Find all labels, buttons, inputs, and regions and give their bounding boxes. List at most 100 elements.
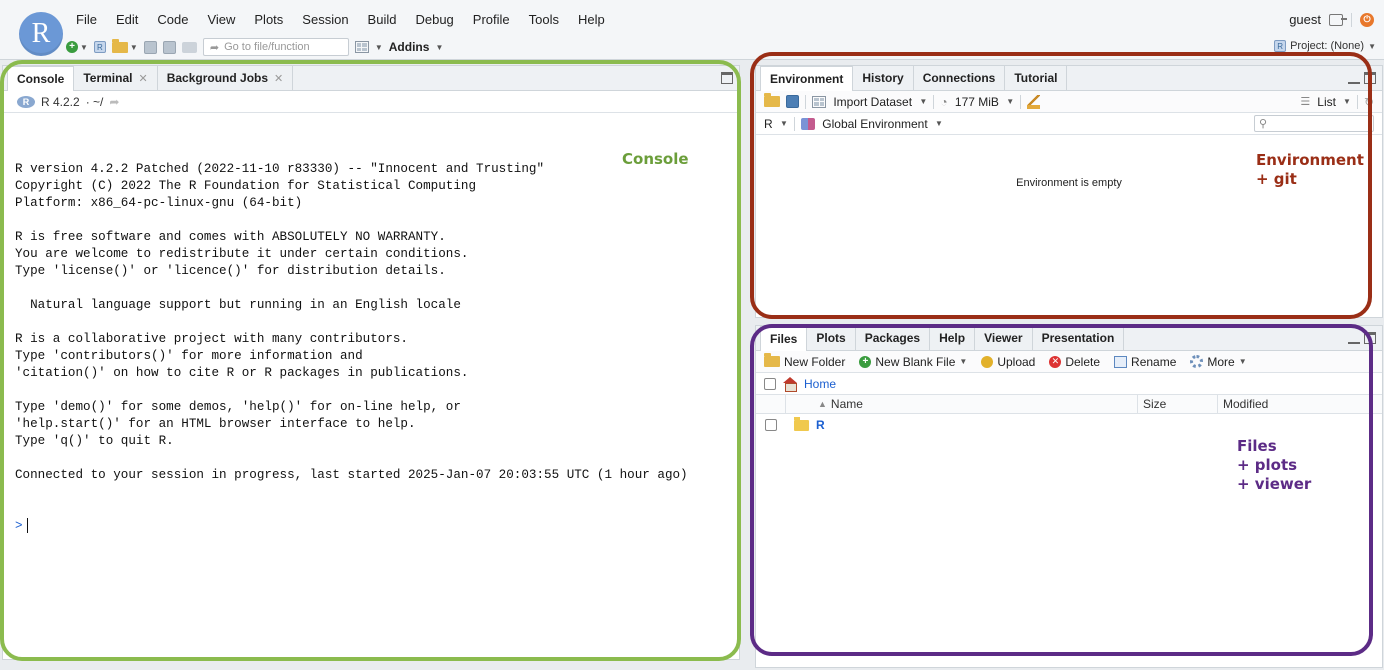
close-icon[interactable]: ✕: [138, 72, 147, 85]
console-output[interactable]: R version 4.2.2 Patched (2022-11-10 r833…: [3, 113, 739, 583]
rename-label: Rename: [1131, 354, 1177, 369]
divider: [1351, 12, 1352, 27]
power-icon[interactable]: ⏻: [1360, 12, 1374, 27]
rename-button[interactable]: Rename: [1114, 355, 1176, 369]
menu-session[interactable]: Session: [302, 12, 348, 28]
tab-console[interactable]: Console: [7, 66, 75, 91]
tab-terminal[interactable]: Terminal ✕: [74, 66, 158, 90]
tab-connections[interactable]: Connections: [914, 66, 1006, 90]
project-label: Project: (None): [1290, 40, 1365, 52]
language-select[interactable]: R ▼: [764, 114, 788, 134]
menu-help[interactable]: Help: [578, 12, 605, 28]
tab-environment[interactable]: Environment: [760, 66, 854, 91]
header-checkbox-col: [756, 395, 786, 413]
menu-view[interactable]: View: [207, 12, 235, 28]
console-line: 'help.start()' for an HTML browser inter…: [15, 417, 416, 431]
refresh-icon[interactable]: ↻: [1364, 95, 1374, 109]
addins-menu[interactable]: Addins: [389, 40, 430, 54]
broom-icon[interactable]: [1027, 94, 1041, 109]
menu-tools[interactable]: Tools: [529, 12, 559, 28]
environment-search-input[interactable]: ⚲: [1254, 115, 1374, 132]
file-name-link[interactable]: R: [816, 418, 825, 432]
console-prompt[interactable]: >: [15, 518, 727, 535]
chevron-down-icon: ▼: [80, 42, 88, 52]
more-button[interactable]: More ▼: [1190, 355, 1247, 369]
project-menu[interactable]: R Project: (None) ▼: [1274, 40, 1376, 52]
maximize-icon[interactable]: [1364, 332, 1376, 344]
menu-profile[interactable]: Profile: [473, 12, 510, 28]
import-dataset-button[interactable]: Import Dataset ▼: [812, 92, 927, 112]
chevron-down-icon[interactable]: ▼: [435, 43, 443, 52]
menu-plots[interactable]: Plots: [254, 12, 283, 28]
console-line: Platform: x86_64-pc-linux-gnu (64-bit): [15, 196, 303, 210]
menu-code[interactable]: Code: [157, 12, 188, 28]
console-line: Copyright (C) 2022 The R Foundation for …: [15, 179, 477, 193]
select-all-checkbox[interactable]: [764, 377, 776, 390]
logout-icon[interactable]: [1329, 13, 1347, 26]
console-line: You are welcome to redistribute it under…: [15, 247, 469, 261]
goto-file-input[interactable]: ➦ Go to file/function: [202, 38, 349, 56]
maximize-icon[interactable]: [721, 72, 733, 84]
goto-placeholder: Go to file/function: [224, 41, 310, 53]
tab-plots[interactable]: Plots: [807, 326, 856, 350]
tab-label: History: [862, 71, 904, 85]
console-line: R is a collaborative project with many c…: [15, 332, 408, 346]
header-modified[interactable]: Modified: [1218, 395, 1382, 413]
global-environment-select[interactable]: Global Environment ▼: [800, 114, 943, 134]
row-icon-cell: [786, 416, 816, 431]
save-icon[interactable]: [143, 40, 157, 54]
open-file-button[interactable]: ▼: [111, 37, 138, 57]
menu-edit[interactable]: Edit: [116, 12, 138, 28]
menu-file[interactable]: File: [76, 12, 97, 28]
new-blank-file-button[interactable]: + New Blank File ▼: [859, 355, 967, 369]
working-dir[interactable]: · ~/: [86, 95, 104, 109]
header-size[interactable]: Size: [1138, 395, 1218, 413]
home-icon[interactable]: [782, 377, 798, 392]
load-workspace-icon[interactable]: [764, 93, 780, 107]
close-icon[interactable]: ✕: [274, 72, 283, 85]
breadcrumb-home[interactable]: Home: [804, 377, 836, 391]
new-folder-button[interactable]: New Folder: [764, 353, 845, 369]
chevron-down-icon[interactable]: ▼: [375, 43, 383, 52]
tab-history[interactable]: History: [853, 66, 914, 90]
new-file-button[interactable]: + ▼: [66, 37, 88, 57]
upload-button[interactable]: Upload: [981, 355, 1035, 369]
save-workspace-icon[interactable]: [786, 95, 799, 108]
tab-label: Presentation: [1041, 331, 1115, 345]
tab-viewer[interactable]: Viewer: [975, 326, 1033, 350]
tab-files[interactable]: Files: [760, 326, 808, 351]
memory-usage-button[interactable]: ◔ 177 MiB ▼: [940, 92, 1014, 112]
menu-bar: File Edit Code View Plots Session Build …: [76, 12, 624, 28]
header-name[interactable]: ▲ Name: [786, 395, 1138, 413]
print-icon[interactable]: [181, 41, 197, 53]
row-checkbox[interactable]: [765, 419, 777, 431]
save-all-icon[interactable]: [162, 40, 176, 54]
list-view-button[interactable]: ☰ List ▼: [1300, 92, 1351, 112]
tab-background-jobs[interactable]: Background Jobs ✕: [158, 66, 294, 90]
tab-tutorial[interactable]: Tutorial: [1005, 66, 1068, 90]
go-to-dir-icon[interactable]: ➦: [109, 95, 119, 109]
user-area: guest ⏻: [1289, 12, 1374, 27]
table-row[interactable]: R: [756, 414, 1382, 436]
language-label: R: [764, 116, 773, 131]
rename-icon: [1114, 355, 1128, 368]
top-bar: R File Edit Code View Plots Session Buil…: [0, 0, 1384, 60]
console-tabbar: Console Terminal ✕ Background Jobs ✕: [3, 66, 739, 91]
tab-presentation[interactable]: Presentation: [1033, 326, 1125, 350]
list-icon: ☰: [1300, 96, 1311, 108]
plus-icon: +: [859, 355, 872, 368]
console-line: 'citation()' on how to cite R or R packa…: [15, 366, 469, 380]
menu-debug[interactable]: Debug: [415, 12, 453, 28]
delete-button[interactable]: ✕ Delete: [1049, 355, 1100, 369]
minimize-icon[interactable]: [1348, 80, 1360, 84]
layout-grid-icon[interactable]: [354, 41, 369, 53]
new-project-button[interactable]: R: [93, 37, 106, 57]
minimize-icon[interactable]: [1348, 340, 1360, 344]
tab-help[interactable]: Help: [930, 326, 976, 350]
tab-packages[interactable]: Packages: [856, 326, 931, 350]
maximize-icon[interactable]: [1364, 72, 1376, 84]
tab-label: Environment: [770, 72, 844, 86]
menu-build[interactable]: Build: [368, 12, 397, 28]
text-cursor: [26, 518, 28, 534]
